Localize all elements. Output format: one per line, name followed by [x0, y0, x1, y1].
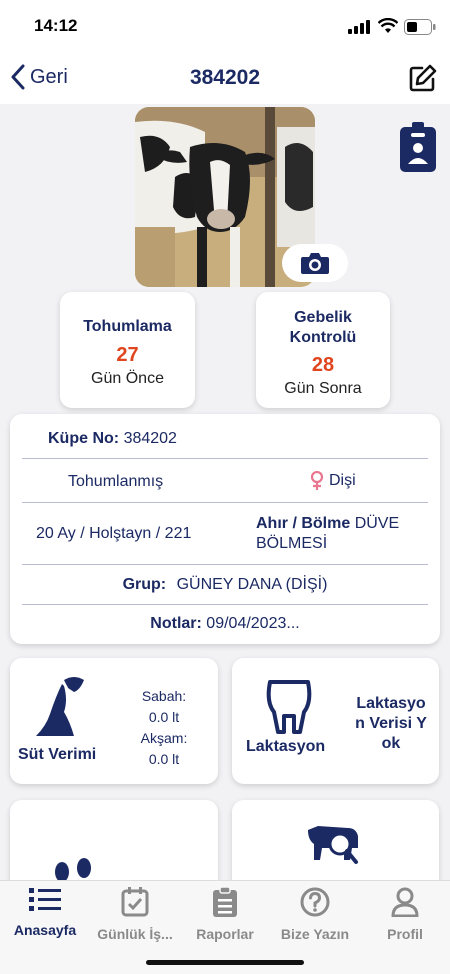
- tab-contact[interactable]: Bize Yazın: [270, 887, 360, 942]
- morning-label: Sabah:: [141, 688, 187, 704]
- insemination-title: Tohumlama: [83, 318, 172, 335]
- tab-profile-label: Profil: [387, 926, 423, 942]
- footprint-card[interactable]: [10, 800, 218, 880]
- insemination-status: Tohumlanmış: [68, 473, 164, 490]
- question-icon: [300, 887, 330, 917]
- id-badge-icon: [400, 122, 436, 172]
- insemination-days: 27: [116, 344, 139, 366]
- ear-tag-row: Küpe No: 384202: [22, 414, 428, 459]
- evening-value: 0.0 lt: [148, 751, 180, 767]
- tab-home-label: Anasayfa: [13, 922, 77, 938]
- tab-contact-label: Bize Yazın: [280, 926, 350, 942]
- lactation-message: Laktasyon Verisi Yok: [355, 695, 427, 752]
- status-time: 14:12: [34, 16, 78, 35]
- pregnancy-days: 28: [311, 354, 335, 376]
- camera-icon: [301, 253, 329, 274]
- notes-row[interactable]: Notlar: 09/04/2023...: [22, 605, 428, 644]
- id-card-button[interactable]: [400, 122, 436, 177]
- morning-value: 0.0 lt: [148, 709, 180, 725]
- footprints-icon: [55, 858, 91, 880]
- cow-search-icon: [308, 826, 358, 864]
- age-breed-value: 20 Ay / Holştayn / 221: [36, 525, 192, 542]
- milk-yield-card[interactable]: Süt Verimi Sabah: 0.0 lt Akşam: 0.0 lt: [10, 658, 218, 784]
- wifi-icon: [378, 18, 398, 33]
- pregnancy-unit: Gün Sonra: [284, 380, 362, 397]
- evening-label: Akşam:: [140, 730, 188, 746]
- ear-tag-label: Küpe No:: [48, 430, 120, 447]
- insemination-unit: Gün Önce: [91, 370, 164, 387]
- battery-icon: [404, 19, 436, 35]
- female-icon: [310, 471, 324, 490]
- tab-daily-tasks-label: Günlük İş...: [97, 926, 173, 942]
- udder-icon: [266, 680, 312, 734]
- main-content: Tohumlama 27 Gün Önce Gebelik Kontrolü 2…: [0, 104, 450, 880]
- tab-profile[interactable]: Profil: [360, 887, 450, 942]
- group-value: GÜNEY DANA (DİŞİ): [176, 576, 328, 593]
- breed-barn-row: 20 Ay / Holştayn / 221 Ahır / Bölme DÜVE…: [22, 503, 428, 565]
- ear-tag-value: 384202: [123, 430, 177, 447]
- signal-icon: [348, 20, 370, 34]
- milk-yield-title: Süt Verimi: [18, 746, 97, 763]
- status-bar: 14:12: [0, 0, 450, 54]
- clipboard-icon: [213, 886, 237, 917]
- lactation-card[interactable]: Laktasyon Laktasyon Verisi Yok: [232, 658, 439, 784]
- navigation-bar: Geri 384202: [0, 54, 450, 104]
- insemination-card[interactable]: Tohumlama 27 Gün Önce: [60, 292, 195, 408]
- pregnancy-title: Gebelik Kontrolü: [289, 309, 357, 346]
- calendar-check-icon: [121, 887, 149, 917]
- notes-label: Notlar:: [150, 615, 202, 632]
- notes-value: 09/04/2023...: [206, 615, 300, 632]
- gender-value: Dişi: [329, 472, 356, 489]
- group-label: Grup:: [122, 576, 167, 593]
- lactation-title: Laktasyon: [246, 738, 326, 755]
- milk-pour-icon: [36, 677, 84, 736]
- tab-daily-tasks[interactable]: Günlük İş...: [90, 887, 180, 942]
- person-icon: [391, 887, 419, 918]
- list-icon: [29, 888, 61, 911]
- status-gender-row: Tohumlanmış Dişi: [22, 459, 428, 503]
- pregnancy-check-card[interactable]: Gebelik Kontrolü 28 Gün Sonra: [256, 292, 390, 408]
- group-row: Grup: GÜNEY DANA (DİŞİ): [22, 565, 428, 605]
- edit-icon[interactable]: [408, 63, 438, 93]
- camera-button[interactable]: [282, 244, 348, 282]
- animal-info-card: Küpe No: 384202 Tohumlanmış Dişi 20 Ay /…: [10, 414, 440, 644]
- tab-home[interactable]: Anasayfa: [0, 887, 90, 938]
- tab-reports-label: Raporlar: [196, 926, 254, 942]
- tab-reports[interactable]: Raporlar: [180, 886, 270, 942]
- home-indicator: [146, 960, 304, 965]
- cow-search-card[interactable]: [232, 800, 439, 880]
- barn-label: Ahır / Bölme: [256, 515, 351, 532]
- page-title: 384202: [189, 66, 261, 89]
